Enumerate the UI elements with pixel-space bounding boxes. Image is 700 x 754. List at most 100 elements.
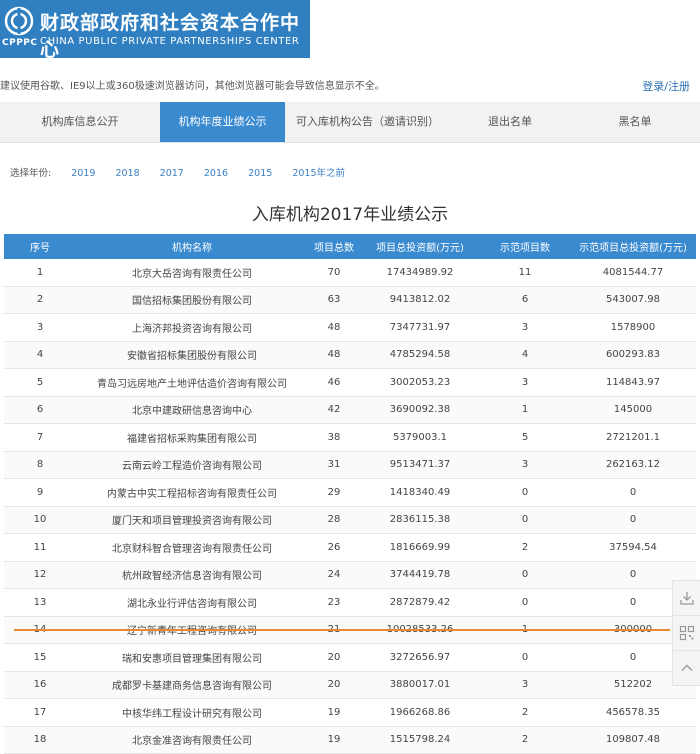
cell-demo-total-investment: 456578.35 <box>570 698 696 727</box>
cell-institution-name: 北京大岳咨询有限责任公司 <box>76 259 308 287</box>
cell-demo-total-investment: 2721201.1 <box>570 423 696 452</box>
tab-exit-list[interactable]: 退出名单 <box>450 102 570 142</box>
cell-total-investment: 1515798.24 <box>360 726 480 754</box>
cell-total-investment: 3272656.97 <box>360 643 480 672</box>
cell-project-count: 48 <box>308 341 360 369</box>
download-button[interactable] <box>672 580 700 615</box>
table-row: 17 中核华纬工程设计研究有限公司 19 1966268.86 2 456578.35 <box>4 698 696 727</box>
cell-institution-name: 云南云岭工程造价咨询有限公司 <box>76 451 308 479</box>
cell-project-count: 29 <box>308 478 360 507</box>
cell-total-investment: 3880017.01 <box>360 671 480 699</box>
year-option-2017[interactable]: 2017 <box>160 168 184 179</box>
cell-index: 15 <box>4 643 76 672</box>
table-row: 3 上海济邦投资咨询有限公司 48 7347731.97 3 1578900 <box>4 313 696 342</box>
cell-institution-name: 北京中建政研信息咨询中心 <box>76 396 308 424</box>
cell-total-investment: 3690092.38 <box>360 396 480 424</box>
header-demo-project-count: 示范项目数 <box>480 234 570 259</box>
year-option-before-2015[interactable]: 2015年之前 <box>292 168 345 179</box>
cell-institution-name: 厦门天和项目管理投资咨询有限公司 <box>76 506 308 534</box>
year-filter: 选择年份: 2019 2018 2017 2016 2015 2015年之前 <box>10 165 345 179</box>
table-row: 6 北京中建政研信息咨询中心 42 3690092.38 1 145000 <box>4 396 696 424</box>
cell-institution-name: 北京金准咨询有限责任公司 <box>76 726 308 754</box>
cell-total-investment: 9513471.37 <box>360 451 480 479</box>
cell-index: 9 <box>4 478 76 507</box>
year-option-2015[interactable]: 2015 <box>248 168 272 179</box>
cell-demo-project-count: 3 <box>480 451 570 479</box>
cell-demo-project-count: 3 <box>480 368 570 397</box>
table-header-row: 序号 机构名称 项目总数 项目总投资额(万元) 示范项目数 示范项目总投资额(万… <box>4 234 696 259</box>
table-row: 12 杭州政智经济信息咨询有限公司 24 3744419.78 0 0 <box>4 561 696 589</box>
main-tabs: 机构库信息公开 机构年度业绩公示 可入库机构公告（邀请识别） 退出名单 黑名单 <box>0 102 700 143</box>
cell-demo-project-count: 0 <box>480 478 570 507</box>
cell-demo-total-investment: 4081544.77 <box>570 259 696 287</box>
qrcode-button[interactable] <box>672 615 700 650</box>
cell-demo-project-count: 3 <box>480 313 570 342</box>
cell-institution-name: 杭州政智经济信息咨询有限公司 <box>76 561 308 589</box>
cell-project-count: 28 <box>308 506 360 534</box>
cell-institution-name: 福建省招标采购集团有限公司 <box>76 423 308 452</box>
tab-institution-info[interactable]: 机构库信息公开 <box>0 102 160 142</box>
tab-annual-performance[interactable]: 机构年度业绩公示 <box>160 102 285 142</box>
cell-total-investment: 3002053.23 <box>360 368 480 397</box>
chevron-up-icon <box>681 664 693 671</box>
cell-project-count: 31 <box>308 451 360 479</box>
cell-demo-project-count: 2 <box>480 698 570 727</box>
cell-demo-total-investment: 0 <box>570 478 696 507</box>
year-option-2018[interactable]: 2018 <box>115 168 139 179</box>
header-institution-name: 机构名称 <box>76 234 308 259</box>
cell-institution-name: 国信招标集团股份有限公司 <box>76 286 308 314</box>
cell-demo-total-investment: 109807.48 <box>570 726 696 754</box>
cell-demo-total-investment: 145000 <box>570 396 696 424</box>
cell-demo-project-count: 2 <box>480 533 570 562</box>
table-row: 4 安徽省招标集团股份有限公司 48 4785294.58 4 600293.83 <box>4 341 696 369</box>
year-filter-label: 选择年份: <box>10 168 52 179</box>
cell-index: 3 <box>4 313 76 342</box>
header-demo-total-investment: 示范项目总投资额(万元) <box>570 234 696 259</box>
cell-demo-total-investment: 600293.83 <box>570 341 696 369</box>
cell-demo-project-count: 1 <box>480 396 570 424</box>
cell-total-investment: 1816669.99 <box>360 533 480 562</box>
cell-demo-project-count: 3 <box>480 671 570 699</box>
cell-demo-project-count: 11 <box>480 259 570 287</box>
logo-title-en: CHINA PUBLIC PRIVATE PARTNERSHIPS CENTER <box>40 36 300 47</box>
performance-table: 序号 机构名称 项目总数 项目总投资额(万元) 示范项目数 示范项目总投资额(万… <box>4 234 696 754</box>
year-option-2019[interactable]: 2019 <box>71 168 95 179</box>
cell-total-investment: 2872879.42 <box>360 588 480 617</box>
highlight-underline <box>14 629 670 631</box>
cell-project-count: 63 <box>308 286 360 314</box>
tab-blacklist[interactable]: 黑名单 <box>570 102 700 142</box>
logo-title-cn: 财政部政府和社会资本合作中心 <box>40 12 301 61</box>
cell-total-investment: 17434989.92 <box>360 259 480 287</box>
tab-eligible-announcement[interactable]: 可入库机构公告（邀请识别） <box>285 102 450 142</box>
back-to-top-button[interactable] <box>672 650 700 686</box>
header-project-count: 项目总数 <box>308 234 360 259</box>
site-logo[interactable]: CPPPC 财政部政府和社会资本合作中心 CHINA PUBLIC PRIVAT… <box>0 0 310 61</box>
cell-project-count: 24 <box>308 561 360 589</box>
table-row: 18 北京金准咨询有限责任公司 19 1515798.24 2 109807.48 <box>4 726 696 754</box>
cell-project-count: 20 <box>308 671 360 699</box>
login-register-link[interactable]: 登录/注册 <box>642 78 690 94</box>
cell-index: 17 <box>4 698 76 727</box>
table-row: 10 厦门天和项目管理投资咨询有限公司 28 2836115.38 0 0 <box>4 506 696 534</box>
cell-demo-project-count: 6 <box>480 286 570 314</box>
cell-institution-name: 成都罗卡基建商务信息咨询有限公司 <box>76 671 308 699</box>
qrcode-icon <box>679 625 695 641</box>
table-row: 16 成都罗卡基建商务信息咨询有限公司 20 3880017.01 3 512202 <box>4 671 696 699</box>
cell-project-count: 23 <box>308 588 360 617</box>
cell-institution-name: 青岛习远房地产土地评估造价咨询有限公司 <box>76 368 308 397</box>
cell-demo-total-investment: 543007.98 <box>570 286 696 314</box>
cell-institution-name: 湖北永业行评估咨询有限公司 <box>76 588 308 617</box>
cell-demo-total-investment: 262163.12 <box>570 451 696 479</box>
year-option-2016[interactable]: 2016 <box>204 168 228 179</box>
cell-project-count: 19 <box>308 726 360 754</box>
cell-project-count: 42 <box>308 396 360 424</box>
cell-demo-project-count: 0 <box>480 643 570 672</box>
page-title: 入库机构2017年业绩公示 <box>251 205 449 225</box>
cell-index: 13 <box>4 588 76 617</box>
cell-institution-name: 上海济邦投资咨询有限公司 <box>76 313 308 342</box>
cell-demo-project-count: 5 <box>480 423 570 452</box>
cpppc-logo-icon <box>4 6 34 36</box>
table-row: 11 北京财科智合管理咨询有限责任公司 26 1816669.99 2 37594.54 <box>4 533 696 562</box>
cell-project-count: 46 <box>308 368 360 397</box>
cell-project-count: 19 <box>308 698 360 727</box>
